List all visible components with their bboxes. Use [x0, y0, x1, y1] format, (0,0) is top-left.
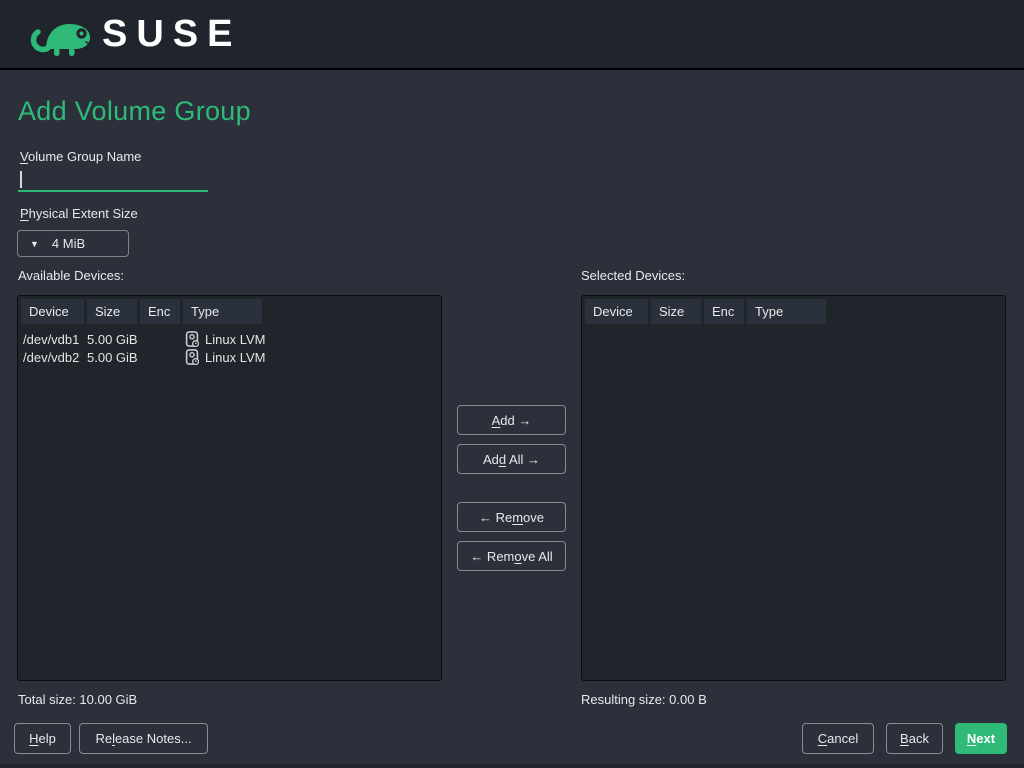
type-label: Linux LVM	[205, 332, 265, 347]
type-label: Linux LVM	[205, 350, 265, 365]
size-cell: 5.00 GiB	[87, 350, 140, 365]
add-all-button[interactable]: Add All →	[457, 444, 566, 474]
available-devices-table: Device Size Enc Type /dev/vdb1 5.00 GiB …	[17, 295, 442, 681]
volume-group-name-input[interactable]	[18, 168, 208, 192]
type-cell: Linux LVM	[185, 331, 265, 347]
available-devices-label: Available Devices:	[18, 268, 124, 283]
column-header-size[interactable]: Size	[87, 299, 137, 324]
size-cell: 5.00 GiB	[87, 332, 140, 347]
selected-devices-table-body	[582, 327, 1005, 330]
column-header-enc[interactable]: Enc	[140, 299, 180, 324]
selected-devices-table-header: Device Size Enc Type	[582, 296, 1005, 327]
column-header-device[interactable]: Device	[585, 299, 648, 324]
column-header-enc[interactable]: Enc	[704, 299, 744, 324]
physical-extent-size-label: Physical Extent Size	[20, 206, 138, 221]
available-devices-table-body: /dev/vdb1 5.00 GiB Linux LVM /dev/vdb2 5…	[18, 327, 441, 366]
selected-devices-table: Device Size Enc Type	[581, 295, 1006, 681]
volume-group-name-field-wrap	[18, 168, 208, 194]
physical-extent-size-select[interactable]: ▼ 4 MiB	[17, 230, 129, 257]
column-header-device[interactable]: Device	[21, 299, 84, 324]
yast-add-volume-group-screen: SUSE Add Volume Group Volume Group Name …	[0, 0, 1024, 768]
back-button[interactable]: Back	[886, 723, 943, 754]
remove-button[interactable]: ← Remove	[457, 502, 566, 532]
remove-all-button[interactable]: ← Remove All	[457, 541, 566, 571]
type-cell: Linux LVM	[185, 349, 265, 365]
volume-group-name-label: Volume Group Name	[20, 149, 141, 164]
selected-devices-label: Selected Devices:	[581, 268, 685, 283]
device-cell: /dev/vdb1	[23, 332, 87, 347]
text-cursor	[20, 171, 22, 188]
suse-chameleon-icon	[24, 11, 94, 61]
help-button[interactable]: Help	[14, 723, 71, 754]
column-header-type[interactable]: Type	[183, 299, 262, 324]
dropdown-arrow-icon: ▼	[30, 239, 39, 249]
add-button[interactable]: Add →	[457, 405, 566, 435]
physical-extent-size-value: 4 MiB	[52, 236, 85, 251]
page-title: Add Volume Group	[18, 96, 251, 127]
column-header-size[interactable]: Size	[651, 299, 701, 324]
bottom-edge-strip	[0, 764, 1024, 768]
lvm-partition-icon	[185, 349, 199, 365]
device-cell: /dev/vdb2	[23, 350, 87, 365]
column-header-type[interactable]: Type	[747, 299, 826, 324]
top-bar: SUSE	[0, 0, 1024, 70]
suse-wordmark: SUSE	[102, 13, 241, 56]
resulting-size-label: Resulting size: 0.00 B	[581, 692, 707, 707]
table-row[interactable]: /dev/vdb1 5.00 GiB Linux LVM	[18, 330, 441, 348]
lvm-partition-icon	[185, 331, 199, 347]
next-button[interactable]: Next	[955, 723, 1007, 754]
release-notes-button[interactable]: Release Notes...	[79, 723, 208, 754]
available-devices-table-header: Device Size Enc Type	[18, 296, 441, 327]
total-size-label: Total size: 10.00 GiB	[18, 692, 137, 707]
cancel-button[interactable]: Cancel	[802, 723, 874, 754]
table-row[interactable]: /dev/vdb2 5.00 GiB Linux LVM	[18, 348, 441, 366]
